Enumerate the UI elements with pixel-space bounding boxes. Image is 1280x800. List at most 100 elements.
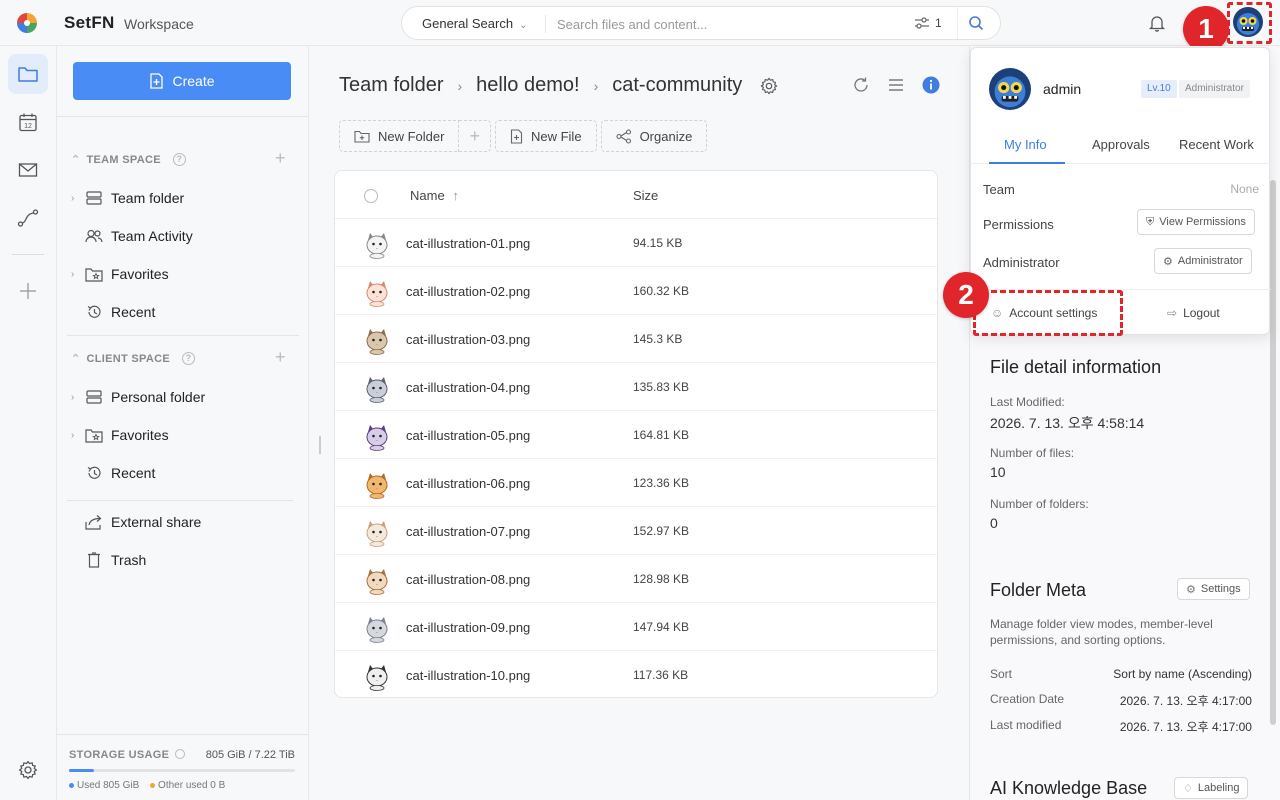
folder-settings-gear-icon[interactable] [760,77,778,95]
cat-thumbnail-icon [366,521,388,547]
sidebar-item-team-activity[interactable]: Team Activity [71,223,295,249]
ai-knowledge-base-title: AI Knowledge Base [990,778,1148,798]
table-row[interactable]: cat-illustration-04.png 135.83 KB [335,363,937,411]
sidebar-item-recent-client[interactable]: Recent [71,460,295,486]
workflow-icon [17,209,39,227]
table-header: Name ↑ Size [335,171,937,219]
sidebar-item-label: Favorites [111,427,169,443]
new-folder-more-button[interactable]: + [459,120,491,152]
file-size: 94.15 KB [633,236,683,250]
tab-approvals[interactable]: Approvals [1092,137,1150,152]
breadcrumb-item[interactable]: hello demo! [476,74,579,97]
tab-recent-work[interactable]: Recent Work [1179,137,1254,152]
administrator-button[interactable]: ⚙ Administrator [1154,248,1252,274]
rail-mail[interactable] [8,150,48,190]
sidebar-item-favorites-team[interactable]: › Favorites [71,261,295,287]
table-row[interactable]: cat-illustration-08.png 128.98 KB [335,555,937,603]
file-name[interactable]: cat-illustration-03.png [406,332,530,347]
refresh-icon[interactable] [852,76,870,94]
table-row[interactable]: cat-illustration-07.png 152.97 KB [335,507,937,555]
file-name[interactable]: cat-illustration-05.png [406,428,530,443]
table-row[interactable]: cat-illustration-06.png 123.36 KB [335,459,937,507]
file-name[interactable]: cat-illustration-02.png [406,284,530,299]
file-name[interactable]: cat-illustration-06.png [406,476,530,491]
meta-row-creation-date: Creation Date 2026. 7. 13. 오후 4:17:00 [990,692,1252,708]
labeling-button[interactable]: ♢ Labeling [1174,777,1249,799]
rail-workflow[interactable] [8,198,48,238]
cat-thumbnail-icon [366,473,388,499]
tab-my-info[interactable]: My Info [1004,137,1047,152]
sidebar-item-recent-team[interactable]: Recent [71,299,295,325]
table-row[interactable]: cat-illustration-05.png 164.81 KB [335,411,937,459]
file-name[interactable]: cat-illustration-04.png [406,380,530,395]
team-space-header[interactable]: ⌃ TEAM SPACE ? [71,153,186,166]
shield-icon: ⛨ [1146,215,1155,228]
rail-calendar[interactable]: 12 [8,102,48,142]
search-input[interactable] [557,13,887,35]
sidebar-item-external-share[interactable]: External share [71,509,295,535]
search-icon[interactable] [968,15,984,31]
new-file-label: New File [530,128,582,144]
list-view-icon[interactable] [887,77,905,93]
role-badge: Administrator [1179,80,1250,98]
table-row[interactable]: cat-illustration-03.png 145.3 KB [335,315,937,363]
help-icon[interactable]: ? [172,153,186,166]
select-all-checkbox[interactable] [364,189,378,203]
create-button[interactable]: Create [73,62,291,100]
new-folder-button[interactable]: New Folder [339,120,460,152]
file-detail-title: File detail information [990,357,1162,377]
divider [67,500,293,501]
rail-files[interactable] [8,54,48,94]
new-file-button[interactable]: New File [494,120,597,152]
client-space-header[interactable]: ⌃ CLIENT SPACE ? [71,352,195,365]
file-toolbar: New Folder + New File Organize [339,120,708,152]
info-icon[interactable] [922,76,940,94]
sidebar-item-team-folder[interactable]: › Team folder [71,185,295,211]
workspace-label: Workspace [124,16,194,32]
plus-icon: + [469,125,480,146]
notification-bell-icon[interactable] [1148,14,1166,32]
sidebar-item-favorites-client[interactable]: › Favorites [71,422,295,448]
team-label: Team [983,182,1015,197]
folder-meta-settings-button[interactable]: ⚙ Settings [1177,578,1250,600]
column-header-name[interactable]: Name ↑ [410,188,459,203]
number-of-files-label: Number of files: [990,446,1075,460]
file-name[interactable]: cat-illustration-09.png [406,620,530,635]
logout-button[interactable]: ⇨ Logout [1167,306,1220,320]
chevron-down-icon: ⌄ [519,20,528,31]
cat-thumbnail-icon [366,377,388,403]
organize-button[interactable]: Organize [600,120,708,152]
file-size: 128.98 KB [633,572,690,586]
help-icon[interactable]: ? [182,352,195,365]
file-size: 145.3 KB [633,332,683,346]
chevron-right-icon: › [593,77,599,94]
detail-scrollbar[interactable] [1270,180,1276,725]
add-team-space-button[interactable]: + [275,148,286,169]
rail-add[interactable] [8,271,48,311]
file-name[interactable]: cat-illustration-08.png [406,572,530,587]
rail-settings[interactable] [8,750,48,790]
table-row[interactable]: cat-illustration-02.png 160.32 KB [335,267,937,315]
filter-sliders-icon[interactable] [914,16,930,30]
breadcrumb-current: cat-community [612,74,743,96]
view-permissions-button[interactable]: ⛨ View Permissions [1137,209,1255,235]
new-file-icon [510,128,523,144]
sidebar-item-trash[interactable]: Trash [71,547,295,573]
breadcrumb-item[interactable]: Team folder [339,74,444,97]
app-logo-icon[interactable] [16,12,38,34]
meta-row-sort: Sort Sort by name (Ascending) [990,667,1252,681]
table-row[interactable]: cat-illustration-01.png 94.15 KB [335,219,937,267]
table-row[interactable]: cat-illustration-09.png 147.94 KB [335,603,937,651]
search-scope-label: General Search [422,16,514,31]
table-row[interactable]: cat-illustration-10.png 117.36 KB [335,651,937,697]
file-name[interactable]: cat-illustration-01.png [406,236,530,251]
file-name[interactable]: cat-illustration-07.png [406,524,530,539]
panel-resize-handle[interactable] [319,436,321,454]
collapse-caret-icon: ⌃ [71,154,81,166]
add-client-space-button[interactable]: + [275,347,286,368]
column-header-size[interactable]: Size [633,188,658,203]
sidebar-item-personal-folder[interactable]: › Personal folder [71,384,295,410]
last-modified-label: Last Modified: [990,395,1065,409]
search-scope-dropdown[interactable]: General Search ⌄ [422,16,527,31]
file-name[interactable]: cat-illustration-10.png [406,668,530,683]
